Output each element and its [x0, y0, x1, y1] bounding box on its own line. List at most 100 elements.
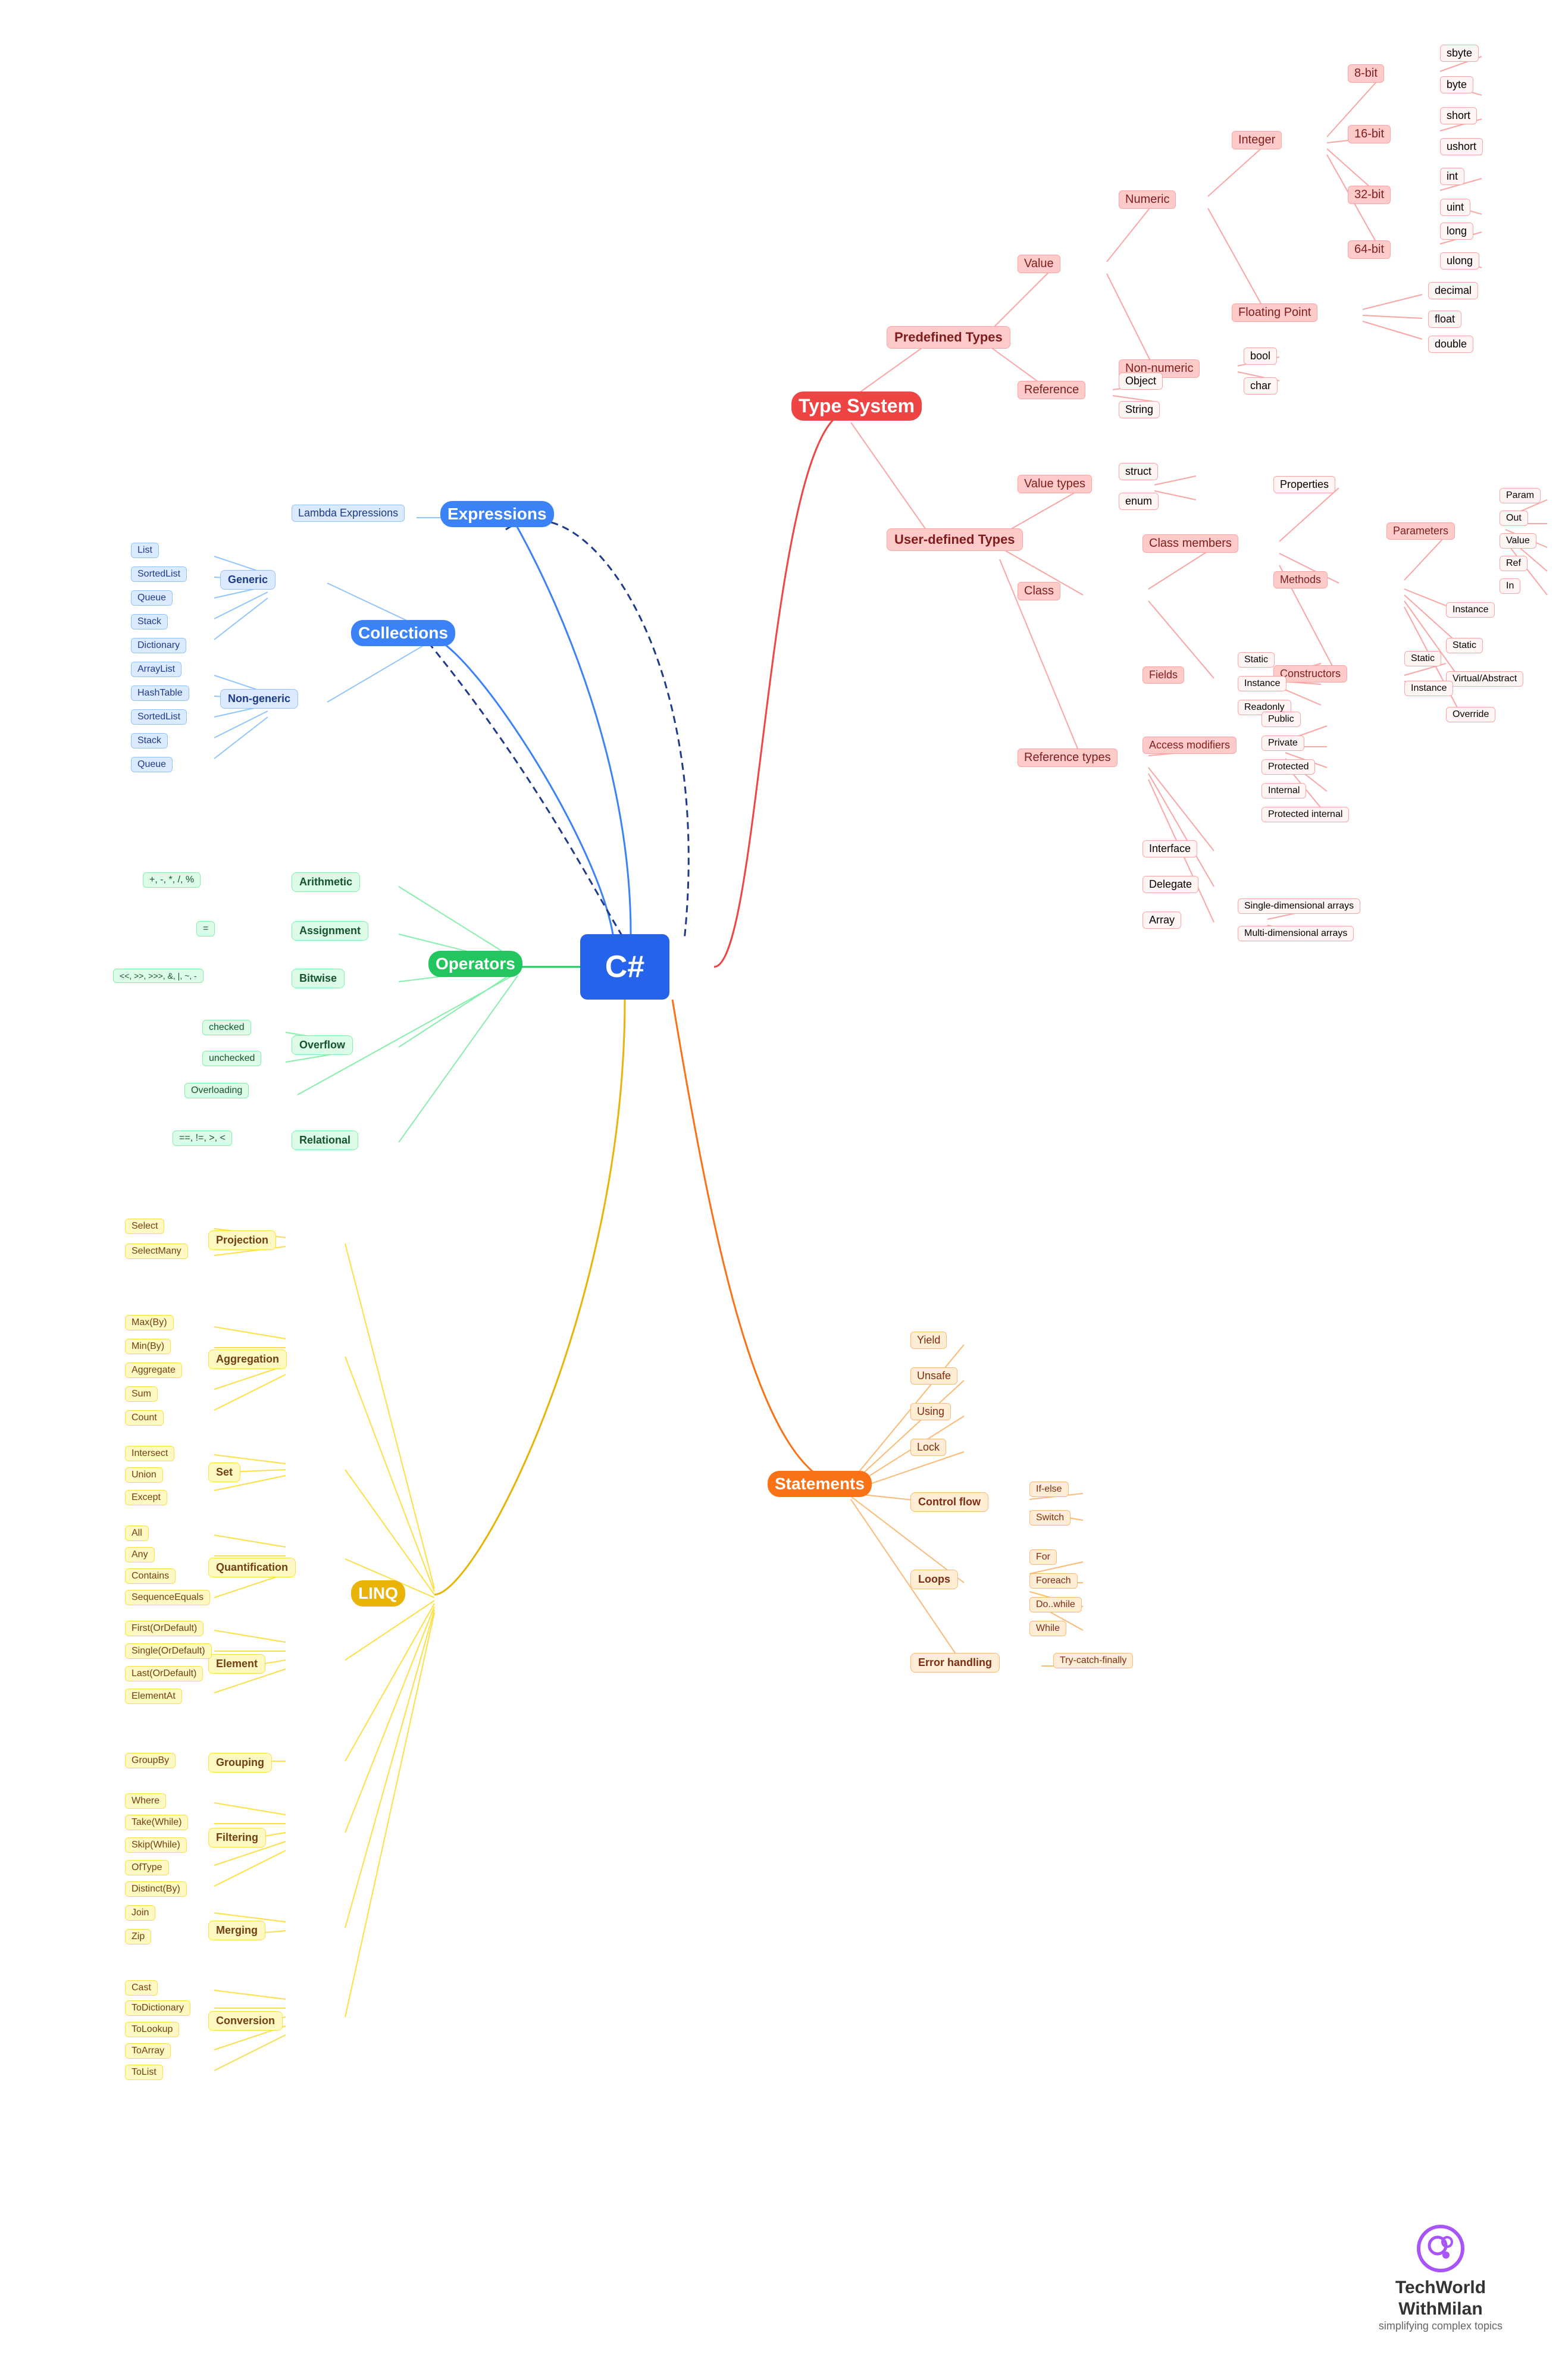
- predefined-types-node[interactable]: Predefined Types: [887, 326, 1010, 349]
- maxby-node: Max(By): [125, 1315, 174, 1330]
- select-node: Select: [125, 1219, 164, 1234]
- try-catch-node: Try-catch-finally: [1053, 1653, 1133, 1668]
- zip-node: Zip: [125, 1929, 151, 1944]
- sortedlist-generic-node[interactable]: SortedList: [131, 566, 187, 582]
- unsafe-node: Unsafe: [910, 1367, 957, 1385]
- type-system-node[interactable]: Type System: [791, 392, 922, 421]
- if-else-node: If-else: [1029, 1482, 1069, 1497]
- sortedlist-ng-node[interactable]: SortedList: [131, 709, 187, 725]
- struct-node: struct: [1119, 463, 1158, 480]
- private-node: Private: [1262, 735, 1304, 751]
- ref-node: Ref: [1500, 556, 1527, 571]
- collections-node[interactable]: Collections: [351, 620, 455, 646]
- non-generic-node[interactable]: Non-generic: [220, 689, 298, 709]
- bitwise-leaf: <<, >>, >>>, &, |, ~, -: [113, 969, 204, 983]
- any-node: Any: [125, 1547, 155, 1562]
- merging-node[interactable]: Merging: [208, 1921, 265, 1940]
- parameters-node[interactable]: Parameters: [1386, 522, 1455, 540]
- value-node[interactable]: Value: [1018, 255, 1060, 273]
- where-node: Where: [125, 1793, 166, 1809]
- 8bit-node[interactable]: 8-bit: [1348, 64, 1384, 83]
- todictionary-node: ToDictionary: [125, 2000, 190, 2016]
- queue-ng-node[interactable]: Queue: [131, 757, 173, 772]
- expressions-node[interactable]: Expressions: [440, 501, 554, 527]
- dictionary-node[interactable]: Dictionary: [131, 638, 186, 653]
- instance-method-node: Instance: [1446, 602, 1495, 618]
- sequenceequals-node: SequenceEquals: [125, 1590, 210, 1605]
- arraylist-node[interactable]: ArrayList: [131, 662, 181, 677]
- instance-constructor-node: Instance: [1404, 681, 1453, 696]
- contains-node: Contains: [125, 1568, 176, 1584]
- yield-node: Yield: [910, 1332, 947, 1349]
- arithmetic-node[interactable]: Arithmetic: [292, 872, 360, 892]
- floating-point-node[interactable]: Floating Point: [1232, 303, 1317, 322]
- union-node: Union: [125, 1467, 163, 1483]
- quantification-node[interactable]: Quantification: [208, 1558, 296, 1577]
- error-handling-node[interactable]: Error handling: [910, 1653, 1000, 1673]
- fields-node[interactable]: Fields: [1142, 666, 1184, 684]
- float-node: float: [1428, 311, 1461, 328]
- except-node: Except: [125, 1490, 167, 1505]
- logo-icon: [1417, 2225, 1464, 2272]
- user-defined-types-node[interactable]: User-defined Types: [887, 528, 1023, 551]
- control-flow-node[interactable]: Control flow: [910, 1492, 988, 1512]
- value-types-node[interactable]: Value types: [1018, 475, 1092, 493]
- reference-predefined-node[interactable]: Reference: [1018, 381, 1085, 399]
- loops-node[interactable]: Loops: [910, 1570, 958, 1589]
- protected-node: Protected: [1262, 759, 1315, 775]
- array-node: Array: [1142, 912, 1181, 929]
- byte-node: byte: [1440, 76, 1473, 93]
- set-node[interactable]: Set: [208, 1463, 240, 1482]
- aggregation-node[interactable]: Aggregation: [208, 1349, 287, 1369]
- relational-node[interactable]: Relational: [292, 1130, 358, 1150]
- methods-node[interactable]: Methods: [1273, 571, 1328, 588]
- string-node: String: [1119, 401, 1160, 418]
- uint-node: uint: [1440, 199, 1470, 216]
- operators-node[interactable]: Operators: [428, 951, 522, 977]
- enum-node: enum: [1119, 493, 1159, 510]
- delegate-node: Delegate: [1142, 876, 1198, 893]
- object-node: Object: [1119, 372, 1163, 390]
- access-modifiers-node[interactable]: Access modifiers: [1142, 737, 1237, 754]
- generic-node[interactable]: Generic: [220, 570, 276, 590]
- projection-node[interactable]: Projection: [208, 1230, 276, 1250]
- center-node[interactable]: C#: [580, 934, 669, 1000]
- logo: TechWorldWithMilan simplifying complex t…: [1379, 2225, 1502, 2332]
- list-node[interactable]: List: [131, 543, 159, 558]
- queue-generic-node[interactable]: Queue: [131, 590, 173, 606]
- int-node: int: [1440, 168, 1464, 185]
- assignment-node[interactable]: Assignment: [292, 921, 368, 941]
- arithmetic-leaf: +, -, *, /, %: [143, 872, 201, 888]
- stack-generic-node[interactable]: Stack: [131, 614, 168, 630]
- filtering-node[interactable]: Filtering: [208, 1828, 266, 1847]
- minby-node: Min(By): [125, 1339, 171, 1354]
- stack-ng-node[interactable]: Stack: [131, 733, 168, 749]
- 32bit-node[interactable]: 32-bit: [1348, 186, 1391, 204]
- virtual-abstract-node: Virtual/Abstract: [1446, 671, 1523, 687]
- numeric-node[interactable]: Numeric: [1119, 190, 1176, 209]
- linq-node[interactable]: LINQ: [351, 1580, 405, 1606]
- static-constructor-node: Static: [1404, 651, 1441, 666]
- intersect-node: Intersect: [125, 1446, 174, 1461]
- in-node: In: [1500, 578, 1520, 594]
- statements-node[interactable]: Statements: [768, 1471, 872, 1497]
- lambda-node[interactable]: Lambda Expressions: [292, 505, 405, 522]
- integer-node[interactable]: Integer: [1232, 131, 1282, 149]
- static-field-node: Static: [1238, 652, 1275, 668]
- relational-leaf: ==, !=, >, <: [173, 1130, 232, 1146]
- class-members-node[interactable]: Class members: [1142, 534, 1238, 553]
- bitwise-node[interactable]: Bitwise: [292, 969, 345, 988]
- while-node: While: [1029, 1621, 1066, 1636]
- element-node[interactable]: Element: [208, 1654, 265, 1674]
- overflow-node[interactable]: Overflow: [292, 1035, 353, 1055]
- logo-text: TechWorldWithMilan: [1395, 2277, 1486, 2320]
- hashtable-node[interactable]: HashTable: [131, 685, 189, 701]
- 16bit-node[interactable]: 16-bit: [1348, 125, 1391, 143]
- grouping-node[interactable]: Grouping: [208, 1753, 272, 1773]
- out-node: Out: [1500, 511, 1528, 526]
- overloading-node: Overloading: [184, 1083, 249, 1098]
- class-node[interactable]: Class: [1018, 582, 1060, 600]
- conversion-node[interactable]: Conversion: [208, 2011, 283, 2031]
- 64bit-node[interactable]: 64-bit: [1348, 240, 1391, 259]
- reference-types-node[interactable]: Reference types: [1018, 749, 1117, 767]
